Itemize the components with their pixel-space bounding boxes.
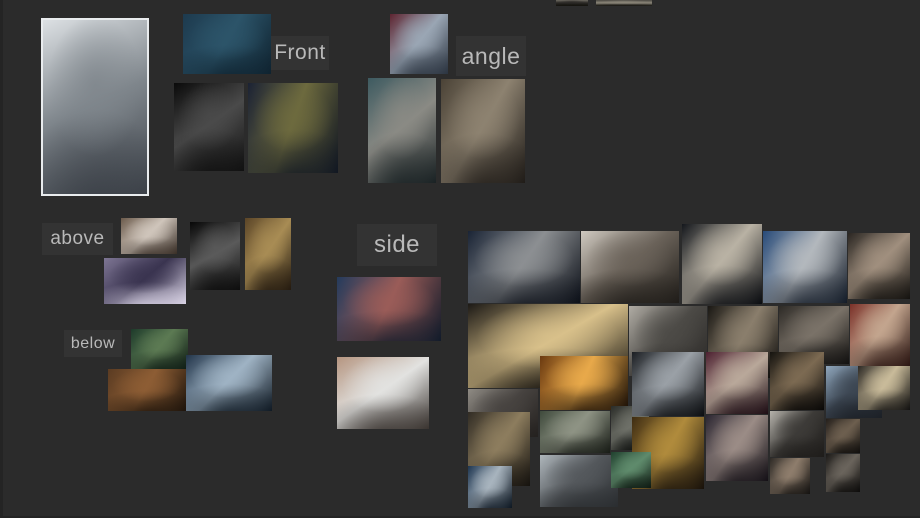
grid-smiling-glasses-white[interactable] <box>540 455 618 507</box>
grid-beard-hat-profile[interactable] <box>540 411 610 453</box>
pirate-deck-scene[interactable] <box>108 369 186 411</box>
grid-glasses-dark-bg[interactable] <box>468 231 580 303</box>
bicorne-hat-purple-tint[interactable] <box>104 258 186 304</box>
grid-red-bg-glasses[interactable] <box>850 304 910 366</box>
grid-window-panels[interactable] <box>858 366 910 410</box>
black-white-closeup-face[interactable] <box>174 83 244 171</box>
grid-maroon-jacket-stage[interactable] <box>706 352 768 414</box>
suit-tie-three-quarter[interactable] <box>441 79 525 183</box>
blue-suit-press-scrum[interactable] <box>337 277 441 341</box>
suit-yellow-tie-portrait[interactable] <box>248 83 338 173</box>
grid-white-wall-profile[interactable] <box>581 231 679 303</box>
green-hat-period-portrait[interactable] <box>183 14 271 74</box>
grid-white-hair-suit[interactable] <box>770 411 824 457</box>
grid-street-blue-jacket[interactable] <box>763 231 847 303</box>
clipped-thumb-left[interactable] <box>556 0 588 6</box>
pose-label-front[interactable]: Front <box>271 36 329 70</box>
grid-green-blue-scene[interactable] <box>611 452 651 488</box>
pirate-costume-standing[interactable] <box>245 218 291 290</box>
green-coat-crowd-scene[interactable] <box>131 329 188 369</box>
grid-dark-glasses-profile[interactable] <box>770 352 824 410</box>
looking-down-white-shirt[interactable] <box>121 218 177 254</box>
pose-label-angle[interactable]: angle <box>456 36 526 76</box>
grid-red-carpet-couple[interactable] <box>706 415 768 481</box>
profile-bald-makeup-test[interactable] <box>337 357 429 429</box>
pose-label-below[interactable]: below <box>64 330 122 357</box>
grid-pirates-premiere-banner[interactable] <box>682 224 762 304</box>
bw-arms-crossed[interactable] <box>190 222 240 290</box>
grid-sunglasses-suit[interactable] <box>848 233 910 299</box>
pose-label-above[interactable]: above <box>42 223 113 255</box>
grid-small-face-thumb[interactable] <box>770 458 810 494</box>
canvas-left-edge <box>0 0 3 518</box>
clipped-thumb-right[interactable] <box>596 0 652 6</box>
pirate-poster-portrait[interactable] <box>41 18 149 196</box>
teal-background-glasses[interactable] <box>368 78 436 183</box>
grid-dim-thumb-a[interactable] <box>826 419 860 453</box>
pose-label-side[interactable]: side <box>357 224 437 266</box>
grid-fire-scene-face[interactable] <box>540 356 628 410</box>
grid-dim-thumb-b[interactable] <box>826 454 860 492</box>
grid-news-lower-third[interactable] <box>468 466 512 508</box>
red-jacket-premiere[interactable] <box>390 14 448 74</box>
grid-city-suit-walking[interactable] <box>632 352 704 416</box>
pose-cluster-board: Front angle above below side <box>0 0 920 518</box>
low-angle-glasses-portrait[interactable] <box>186 355 272 411</box>
